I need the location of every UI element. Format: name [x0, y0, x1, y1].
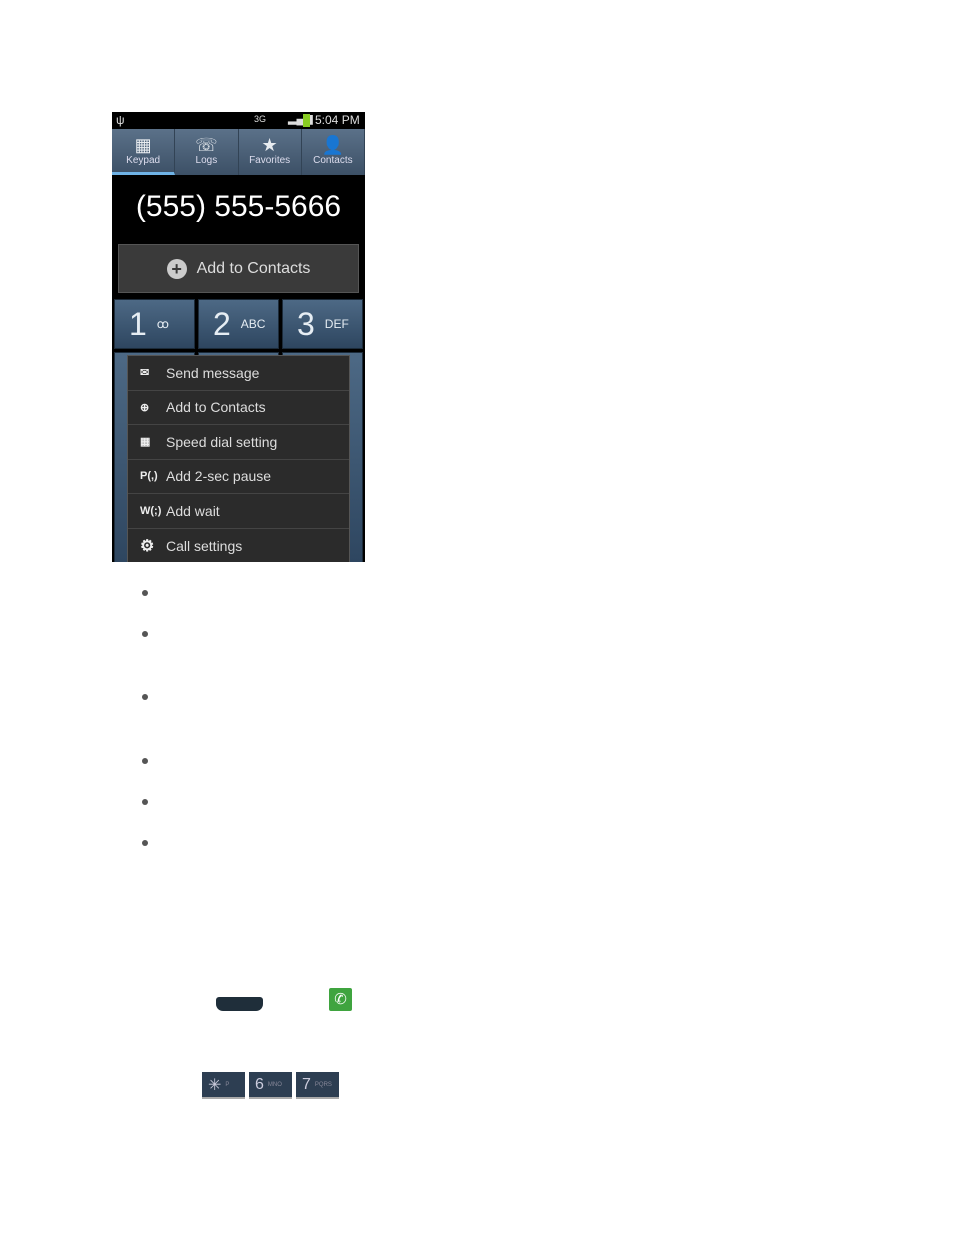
menu-item-call-settings[interactable]: ⚙ Call settings — [128, 529, 349, 563]
key-digit: 7 — [302, 1075, 311, 1093]
options-menu: ✉ Send message ⊕ Add to Contacts ▦ Speed di… — [127, 355, 350, 562]
battery-icon — [303, 114, 310, 127]
person-icon: 👤 — [321, 135, 345, 155]
phone-logs-icon: ☏ — [195, 135, 218, 155]
tab-keypad[interactable]: ▦ Keypad — [112, 129, 176, 175]
add-contact-icon: ⊕ — [140, 401, 150, 414]
bullet — [142, 694, 148, 700]
key-digit: ✳ — [208, 1076, 222, 1094]
key-2[interactable]: 2 ABC — [198, 299, 279, 349]
tab-bar: ▦ Keypad ☏ Logs ★ Favorites 👤 Contacts — [112, 129, 365, 175]
key-letters: PQRS — [314, 1081, 332, 1088]
key-letters: P — [225, 1081, 230, 1088]
gear-icon: ⚙ — [140, 537, 155, 555]
menu-label: Add 2-sec pause — [166, 468, 272, 485]
tab-favorites[interactable]: ★ Favorites — [239, 129, 302, 175]
send-message-icon: ✉ — [140, 367, 150, 380]
key-star-icon: ✳ P — [202, 1072, 245, 1099]
bullet — [142, 758, 148, 764]
pause-icon: P(,) — [140, 470, 158, 483]
dialed-number: (555) 555-5666 — [135, 190, 342, 223]
menu-label: Send message — [166, 364, 260, 381]
bullet — [142, 840, 148, 846]
plus-icon: + — [166, 258, 187, 279]
button-label: Add to Contacts — [196, 259, 311, 277]
network-type: 3G — [254, 114, 267, 124]
bullet — [142, 631, 148, 637]
phone-screen: ψ 3G ▂▄▆ 5:04 PM ▦ Keypad ☏ Logs ★ Favorite… — [112, 112, 365, 562]
menu-item-add-wait[interactable]: W(;) Add wait — [128, 494, 349, 529]
menu-label: Speed dial setting — [166, 433, 278, 450]
menu-label: Add to Contacts — [166, 399, 266, 416]
tab-logs[interactable]: ☏ Logs — [175, 129, 239, 175]
menu-item-add-pause[interactable]: P(,) Add 2-sec pause — [128, 460, 349, 494]
keypad-icon: ▦ — [134, 135, 152, 155]
voicemail-icon: ꝏ — [156, 317, 170, 331]
key-letters: MNO — [267, 1081, 282, 1088]
tab-contacts[interactable]: 👤 Contacts — [302, 129, 365, 175]
key-digit: 6 — [255, 1075, 264, 1093]
tab-label: Logs — [195, 155, 218, 166]
menu-label: Call settings — [166, 537, 243, 554]
key-7-icon: 7 PQRS — [296, 1072, 339, 1099]
tab-label: Keypad — [126, 155, 161, 166]
add-to-contacts-button[interactable]: + Add to Contacts — [118, 244, 359, 293]
phone-call-icon: ✆ — [329, 988, 352, 1011]
menu-item-send-message[interactable]: ✉ Send message — [128, 356, 349, 391]
clock: 5:04 PM — [315, 113, 360, 127]
key-digit: 1 — [129, 305, 147, 342]
bullet — [142, 799, 148, 805]
key-letters: ABC — [240, 317, 266, 331]
menu-item-speed-dial[interactable]: ▦ Speed dial setting — [128, 425, 349, 460]
bullet — [142, 590, 148, 596]
key-letters: DEF — [324, 317, 349, 331]
key-1[interactable]: 1ꝏ — [114, 299, 195, 349]
tab-label: Favorites — [249, 155, 291, 166]
key-digit: 3 — [297, 305, 315, 342]
star-icon: ★ — [261, 135, 278, 155]
wait-icon: W(;) — [140, 504, 162, 517]
menu-item-add-to-contacts[interactable]: ⊕ Add to Contacts — [128, 391, 349, 425]
key-6-icon: 6 MNO — [249, 1072, 292, 1099]
key-3[interactable]: 3 DEF — [282, 299, 363, 349]
speed-dial-icon: ▦ — [140, 436, 151, 449]
key-digit: 2 — [213, 305, 231, 342]
usb-icon: ψ — [116, 113, 125, 127]
tab-label: Contacts — [313, 155, 353, 166]
status-bar: ψ 3G ▂▄▆ 5:04 PM — [112, 112, 365, 129]
menu-label: Add wait — [166, 502, 220, 519]
menu-key-icon — [216, 997, 263, 1011]
